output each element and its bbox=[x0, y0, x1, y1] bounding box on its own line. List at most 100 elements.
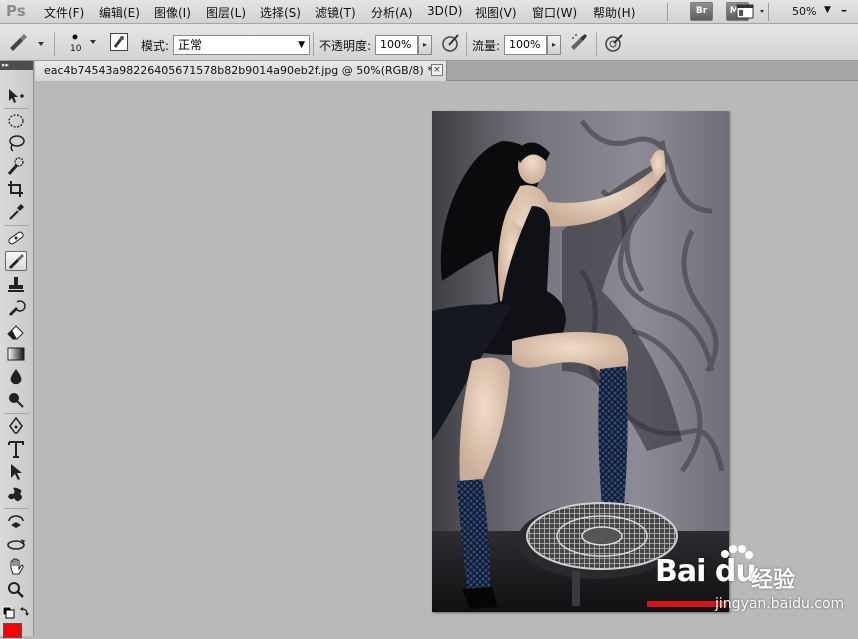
tool-separator bbox=[4, 413, 29, 414]
pressure-size-icon bbox=[605, 34, 623, 52]
history-brush-tool[interactable] bbox=[5, 298, 27, 318]
pen-tool[interactable] bbox=[5, 416, 27, 436]
brush-preset-picker[interactable] bbox=[6, 32, 46, 57]
gradient-icon bbox=[7, 347, 25, 361]
zoom-separator bbox=[768, 3, 769, 21]
photo-canvas bbox=[432, 111, 729, 612]
lasso-tool[interactable] bbox=[5, 133, 27, 153]
options-separator bbox=[466, 32, 467, 56]
menu-layer[interactable]: 图层(L) bbox=[206, 4, 246, 21]
menu-select[interactable]: 选择(S) bbox=[260, 4, 301, 21]
spot-healing-tool[interactable] bbox=[5, 228, 27, 248]
tools-panel: ▸▸ bbox=[0, 61, 34, 638]
tablet-opacity-button[interactable] bbox=[440, 32, 462, 57]
brush-tool-icon bbox=[10, 34, 44, 51]
menu-file[interactable]: 文件(F) bbox=[44, 4, 84, 21]
menu-3d[interactable]: 3D(D) bbox=[427, 4, 462, 18]
brush-size-value: 10 bbox=[70, 44, 82, 54]
brush-panel-icon bbox=[110, 33, 128, 51]
menu-window[interactable]: 窗口(W) bbox=[532, 4, 577, 21]
brush-icon bbox=[9, 254, 24, 269]
window-minimize-icon[interactable]: – bbox=[841, 3, 847, 17]
tool-separator bbox=[4, 108, 29, 109]
blend-mode-value: 正常 bbox=[178, 38, 203, 52]
screen-mode-icon bbox=[736, 4, 764, 19]
opacity-input[interactable]: 100% bbox=[375, 35, 418, 55]
document-image[interactable] bbox=[432, 111, 729, 612]
hand-tool[interactable] bbox=[5, 557, 27, 577]
custom-shape-icon bbox=[8, 487, 22, 502]
crop-tool[interactable] bbox=[5, 179, 27, 199]
opacity-slider-button[interactable]: ▸ bbox=[418, 35, 432, 55]
lasso-icon bbox=[9, 135, 25, 152]
options-separator bbox=[596, 32, 597, 56]
clone-stamp-tool[interactable] bbox=[5, 275, 27, 295]
eyedropper-icon bbox=[9, 204, 24, 220]
zoom-dropdown-icon[interactable]: ▼ bbox=[824, 5, 831, 15]
shape-tool[interactable] bbox=[5, 485, 27, 505]
type-tool[interactable] bbox=[5, 439, 27, 459]
flow-label: 流量: bbox=[472, 39, 501, 53]
eyedropper-tool[interactable] bbox=[5, 202, 27, 222]
3d-rotate-tool[interactable] bbox=[5, 511, 27, 531]
brush-size-picker[interactable]: 10 bbox=[64, 28, 104, 58]
path-selection-icon bbox=[11, 464, 22, 480]
healing-brush-icon bbox=[8, 231, 24, 245]
zoom-level[interactable]: 50% bbox=[792, 5, 816, 18]
quick-selection-tool[interactable] bbox=[5, 156, 27, 176]
pressure-opacity-icon bbox=[442, 34, 459, 52]
blur-tool[interactable] bbox=[5, 367, 27, 387]
pen-icon bbox=[9, 416, 23, 434]
watermark-logo: Bai du bbox=[655, 554, 757, 589]
3d-rotate-icon bbox=[8, 515, 24, 528]
brush-panel-toggle[interactable] bbox=[109, 32, 129, 55]
document-tab[interactable]: eac4b74543a98226405671578b82b9014a90eb2f… bbox=[35, 61, 447, 81]
marquee-tool[interactable] bbox=[5, 111, 27, 131]
panel-collapse-handle[interactable]: ▸▸ bbox=[0, 61, 33, 70]
options-separator bbox=[313, 32, 314, 56]
menu-analysis[interactable]: 分析(A) bbox=[371, 4, 413, 21]
menu-bar: Ps 文件(F) 编辑(E) 图像(I) 图层(L) 选择(S) 滤镜(T) 分… bbox=[0, 0, 858, 24]
close-icon[interactable]: × bbox=[431, 64, 443, 76]
eraser-icon bbox=[7, 325, 24, 340]
mode-label: 模式: bbox=[141, 39, 170, 53]
path-selection-tool[interactable] bbox=[5, 462, 27, 482]
3d-orbit-icon bbox=[7, 539, 26, 550]
elliptical-marquee-icon bbox=[8, 114, 24, 128]
3d-orbit-tool[interactable] bbox=[5, 534, 27, 554]
gradient-tool[interactable] bbox=[5, 344, 27, 364]
screen-mode-button[interactable] bbox=[736, 2, 768, 21]
tool-separator bbox=[4, 225, 29, 226]
flow-slider-button[interactable]: ▸ bbox=[547, 35, 561, 55]
blend-mode-select[interactable]: 正常 ▼ bbox=[173, 35, 310, 55]
airbrush-button[interactable] bbox=[568, 32, 590, 57]
bridge-button[interactable]: Br bbox=[690, 2, 713, 21]
dodge-tool[interactable] bbox=[5, 390, 27, 410]
flow-input[interactable]: 100% bbox=[504, 35, 547, 55]
watermark-url: jingyan.baidu.com bbox=[715, 596, 845, 612]
type-icon bbox=[8, 441, 24, 458]
tool-separator bbox=[4, 508, 29, 509]
chevron-down-icon: ▼ bbox=[298, 40, 305, 50]
tablet-size-button[interactable] bbox=[603, 32, 625, 57]
document-tab-title: eac4b74543a98226405671578b82b9014a90eb2f… bbox=[44, 64, 433, 77]
dodge-icon bbox=[9, 393, 24, 408]
brush-tool[interactable] bbox=[5, 251, 27, 271]
move-icon bbox=[9, 89, 24, 103]
menu-edit[interactable]: 编辑(E) bbox=[99, 4, 140, 21]
opacity-label: 不透明度: bbox=[319, 39, 372, 53]
menu-help[interactable]: 帮助(H) bbox=[593, 4, 635, 21]
menu-filter[interactable]: 滤镜(T) bbox=[315, 4, 356, 21]
menu-view[interactable]: 视图(V) bbox=[475, 4, 517, 21]
photoshop-logo: Ps bbox=[6, 2, 26, 20]
menu-separator bbox=[667, 3, 668, 21]
hand-icon bbox=[10, 558, 24, 575]
options-bar: 10 模式: 正常 ▼ 不透明度: 100% ▸ 流量: 100% ▸ bbox=[0, 24, 858, 61]
zoom-tool[interactable] bbox=[5, 580, 27, 600]
magnifier-icon bbox=[8, 582, 24, 598]
clone-stamp-icon bbox=[8, 277, 24, 292]
history-brush-icon bbox=[9, 300, 26, 316]
eraser-tool[interactable] bbox=[5, 321, 27, 341]
move-tool[interactable] bbox=[5, 86, 27, 106]
menu-image[interactable]: 图像(I) bbox=[154, 4, 191, 21]
